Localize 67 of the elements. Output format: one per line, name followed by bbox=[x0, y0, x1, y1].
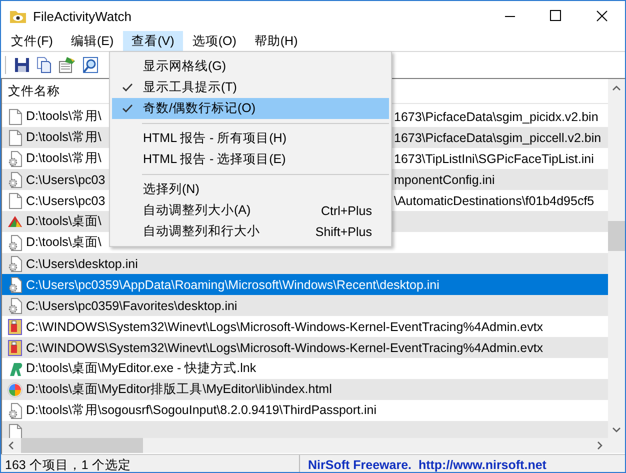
file-path: C:\Users\pc0359\Favorites\desktop.ini bbox=[26, 298, 238, 312]
file-path: 1673\PicfaceData\sgim_piccell.v2.bin bbox=[394, 130, 602, 144]
menu-item[interactable]: 自动调整列大小(A) Ctrl+Plus bbox=[112, 200, 389, 221]
scrollbar-thumb[interactable] bbox=[21, 438, 143, 453]
document-icon bbox=[8, 192, 22, 208]
document-icon bbox=[8, 108, 22, 124]
scroll-up-icon[interactable] bbox=[612, 84, 621, 90]
scrollbar-thumb[interactable] bbox=[608, 221, 625, 251]
file-path: C:\Users\pc0359\AppData\Roaming\Microsoft\Windows\Recent\desktop.ini bbox=[26, 278, 440, 292]
menu-item[interactable]: 选择列(N) bbox=[112, 179, 389, 200]
file-path: C:\Users\pc03 bbox=[26, 194, 106, 208]
web-file-icon bbox=[7, 382, 23, 398]
file-path: D:\tools\桌面\MyEditor排版工具\MyEditor\lib\index.html bbox=[26, 381, 332, 398]
file-path: \AutomaticDestinations\f01b4d95cf5 bbox=[394, 194, 594, 208]
settings-file-icon bbox=[8, 298, 22, 314]
menu-bar-item[interactable]: 编辑(E) bbox=[62, 31, 123, 51]
log-file-icon bbox=[8, 318, 22, 334]
menu-bar-item[interactable]: 帮助(H) bbox=[245, 31, 307, 51]
file-path: C:\WINDOWS\System32\Winevt\Logs\Microsoft-Windows-Kernel-EventTracing%4Admin.evtx bbox=[26, 340, 544, 354]
settings-file-icon bbox=[8, 172, 22, 188]
file-path: D:\tools\桌面\ bbox=[26, 234, 102, 251]
scroll-down-icon[interactable] bbox=[612, 426, 621, 432]
maximize-icon bbox=[550, 10, 562, 22]
copy-icon[interactable] bbox=[36, 56, 52, 74]
save-icon[interactable] bbox=[14, 56, 30, 72]
scroll-left-icon[interactable] bbox=[8, 441, 14, 450]
file-path: C:\Users\desktop.ini bbox=[26, 256, 138, 270]
file-path: mponentConfig.ini bbox=[394, 172, 495, 186]
report-icon[interactable] bbox=[58, 56, 76, 74]
settings-file-icon bbox=[8, 276, 22, 292]
document-icon bbox=[8, 130, 22, 146]
file-path: D:\tools\常用\ bbox=[26, 150, 102, 167]
file-path: D:\tools\桌面\ bbox=[26, 213, 102, 230]
app-logo-icon bbox=[9, 8, 27, 24]
menu-bar-item[interactable]: 文件(F) bbox=[2, 31, 62, 51]
file-path: C:\WINDOWS\System32\Winevt\Logs\Microsoft-Windows-Kernel-EventTracing%4Admin.evtx bbox=[26, 320, 544, 334]
menu-bar-item[interactable]: 查看(V) bbox=[122, 31, 184, 51]
close-icon bbox=[596, 10, 608, 22]
settings-file-icon bbox=[8, 256, 22, 272]
properties-icon[interactable] bbox=[82, 56, 100, 74]
shortcut-icon bbox=[7, 360, 23, 376]
menu-bar-item[interactable]: 选项(O) bbox=[183, 31, 246, 51]
settings-file-icon bbox=[8, 402, 22, 418]
menu-item[interactable]: HTML 报告 - 所有项目(H) bbox=[112, 128, 389, 149]
file-path: D:\tools\常用\sogousrf\SogouInput\8.2.0.9419\ThirdPassport.ini bbox=[26, 402, 376, 419]
vertical-scrollbar[interactable] bbox=[608, 79, 625, 438]
window-title: FileActivityWatch bbox=[33, 8, 132, 24]
app-icon bbox=[7, 214, 23, 230]
file-path: D:\tools\桌面\MyEditor.exe - 快捷方式.lnk bbox=[26, 360, 256, 377]
log-file-icon bbox=[8, 340, 22, 356]
file-path: 1673\PicfaceData\sgim_picidx.v2.bin bbox=[394, 110, 598, 124]
website-link[interactable]: NirSoft Freeware. http://www.nirsoft.net bbox=[308, 458, 546, 472]
selected-row[interactable]: C:\Users\pc0359\AppData\Roaming\Microsoft\Windows\Recent\desktop.ini bbox=[2, 274, 608, 295]
file-path: D:\tools\常用\ bbox=[26, 129, 102, 146]
menu-item[interactable]: HTML 报告 - 选择项目(E) bbox=[112, 149, 389, 170]
file-path: C:\Users\pc03 bbox=[26, 172, 106, 186]
settings-file-icon bbox=[8, 234, 22, 250]
file-path: 1673\TipListIni\SGPicFaceTipList.ini bbox=[394, 152, 594, 166]
status-text: 163 个项目，1 个选定 bbox=[5, 458, 131, 472]
menu-item[interactable]: 显示网格线(G) bbox=[112, 56, 389, 77]
file-path: D:\tools\常用\ bbox=[26, 108, 102, 125]
menu-item[interactable]: 奇数/偶数行标记(O) bbox=[112, 98, 389, 119]
scroll-right-icon[interactable] bbox=[596, 441, 602, 450]
settings-file-icon bbox=[8, 150, 22, 166]
menu-item[interactable]: 显示工具提示(T) bbox=[112, 77, 389, 98]
menu-item[interactable]: 自动调整列和行大小 Shift+Plus bbox=[112, 221, 389, 242]
document-icon bbox=[8, 424, 22, 438]
